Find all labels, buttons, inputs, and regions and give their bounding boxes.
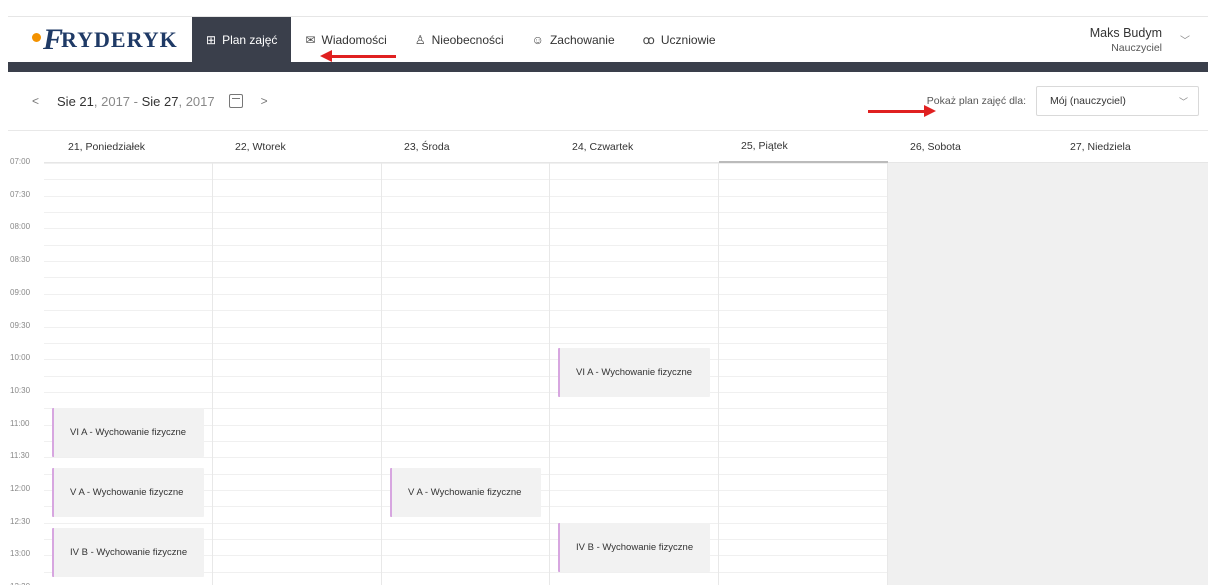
nav-item-label: Nieobecności xyxy=(431,32,504,47)
range-start: Sie 21 xyxy=(57,93,94,109)
header-divider xyxy=(8,62,1208,72)
range-end: Sie 27 xyxy=(141,93,179,109)
calendar-toolbar: < Sie 21, 2017 - Sie 27, 2017 > Pokaż pl… xyxy=(8,72,1208,130)
annotation-arrow-left xyxy=(320,50,396,62)
chevron-down-icon[interactable]: ﹀ xyxy=(1180,32,1190,47)
range-separator: , 2017 - xyxy=(93,93,142,109)
time-label: 11:00 xyxy=(10,418,30,428)
users-icon: ꝏ xyxy=(642,32,655,47)
time-label: 08:00 xyxy=(10,222,31,232)
chevron-down-icon: ﹀ xyxy=(1178,96,1188,107)
logo-dot-icon xyxy=(32,33,41,42)
lesson-event[interactable]: IV B - Wychowanie fizyczne xyxy=(52,528,204,578)
time-label: 08:30 xyxy=(10,255,31,265)
user-icon: ♙ xyxy=(414,32,426,47)
lesson-event[interactable]: VI A - Wychowanie fizyczne xyxy=(52,408,204,458)
time-label: 11:30 xyxy=(10,451,30,461)
annotation-arrow-right xyxy=(868,105,936,117)
lesson-event[interactable]: VI A - Wychowanie fizyczne xyxy=(558,348,710,398)
previous-week-button[interactable]: < xyxy=(32,94,39,108)
nav-item-label: Uczniowie xyxy=(660,32,716,47)
time-label: 12:30 xyxy=(10,516,31,526)
user-info: Maks Budym Nauczyciel xyxy=(1090,26,1162,54)
show-schedule-label: Pokaż plan zajęć dla: xyxy=(926,95,1026,107)
schedule-owner-select[interactable]: Mój (nauczyciel) ﹀ xyxy=(1036,86,1199,116)
lesson-event[interactable]: IV B - Wychowanie fizyczne xyxy=(558,522,710,572)
user-menu[interactable]: Maks Budym Nauczyciel ﹀ xyxy=(1090,17,1208,62)
nav-item-label: Zachowanie xyxy=(549,32,615,47)
day-column[interactable] xyxy=(213,163,382,585)
user-name: Maks Budym xyxy=(1089,25,1162,40)
time-label: 09:00 xyxy=(10,287,31,297)
weekend-area xyxy=(888,163,1208,585)
day-header: 24, Czwartek xyxy=(550,131,719,163)
nav-item-0[interactable]: ⊞ Plan zajęć xyxy=(192,17,292,62)
user-role: Nauczyciel xyxy=(1111,41,1162,54)
day-header: 26, Sobota xyxy=(888,131,1048,163)
time-label: 10:00 xyxy=(10,353,31,363)
day-column[interactable] xyxy=(719,163,888,585)
fryderyk-logo[interactable]: F RYDERYK xyxy=(8,17,192,62)
logo-initial: F xyxy=(43,22,64,56)
day-header: 22, Wtorek xyxy=(213,131,382,163)
main-nav: ⊞ Plan zajęć ✉ Wiadomości ♙ Nieobecności ☺ Zach… xyxy=(192,17,730,62)
next-week-button[interactable]: > xyxy=(261,94,268,108)
nav-item-4[interactable]: ꝏ Uczniowie xyxy=(629,17,730,62)
time-column: 07:00 07:30 08:00 08:30 09:00 09:30 10:00 10:30… xyxy=(8,131,44,585)
day-header: 25, Piątek xyxy=(719,131,888,163)
smile-icon: ☺ xyxy=(531,32,544,47)
week-calendar: 07:00 07:30 08:00 08:30 09:00 09:30 10:00 10:30… xyxy=(8,130,1208,585)
time-label: 10:30 xyxy=(10,385,31,395)
time-label: 07:30 xyxy=(10,189,31,199)
day-column[interactable] xyxy=(44,163,213,585)
day-header: 21, Poniedziałek xyxy=(44,131,213,163)
mail-icon: ✉ xyxy=(305,32,316,47)
select-value: Mój (nauczyciel) xyxy=(1050,95,1126,107)
lesson-event[interactable]: V A - Wychowanie fizyczne xyxy=(390,468,541,518)
time-label: 09:30 xyxy=(10,320,31,330)
range-year: , 2017 xyxy=(178,93,215,109)
time-label: 07:00 xyxy=(10,157,31,166)
day-header: 27, Niedziela xyxy=(1048,131,1208,163)
day-column[interactable] xyxy=(382,163,550,585)
time-label: 12:00 xyxy=(10,484,31,493)
nav-item-2[interactable]: ♙ Nieobecności xyxy=(401,17,518,62)
nav-item-3[interactable]: ☺ Zachowanie xyxy=(518,17,629,62)
top-navbar: F RYDERYK ⊞ Plan zajęć ✉ Wiadomości ♙ Nieobec… xyxy=(8,16,1208,62)
lesson-event[interactable]: V A - Wychowanie fizyczne xyxy=(52,468,204,518)
time-label: 13:00 xyxy=(10,549,31,559)
nav-item-label: Wiadomości xyxy=(321,32,387,47)
day-header: 23, Środa xyxy=(382,131,550,163)
logo-text: RYDERYK xyxy=(61,26,178,52)
date-range: Sie 21, 2017 - Sie 27, 2017 xyxy=(57,94,215,109)
nav-item-label: Plan zajęć xyxy=(222,32,278,47)
grid-icon: ⊞ xyxy=(206,32,217,47)
calendar-icon[interactable] xyxy=(228,94,243,108)
